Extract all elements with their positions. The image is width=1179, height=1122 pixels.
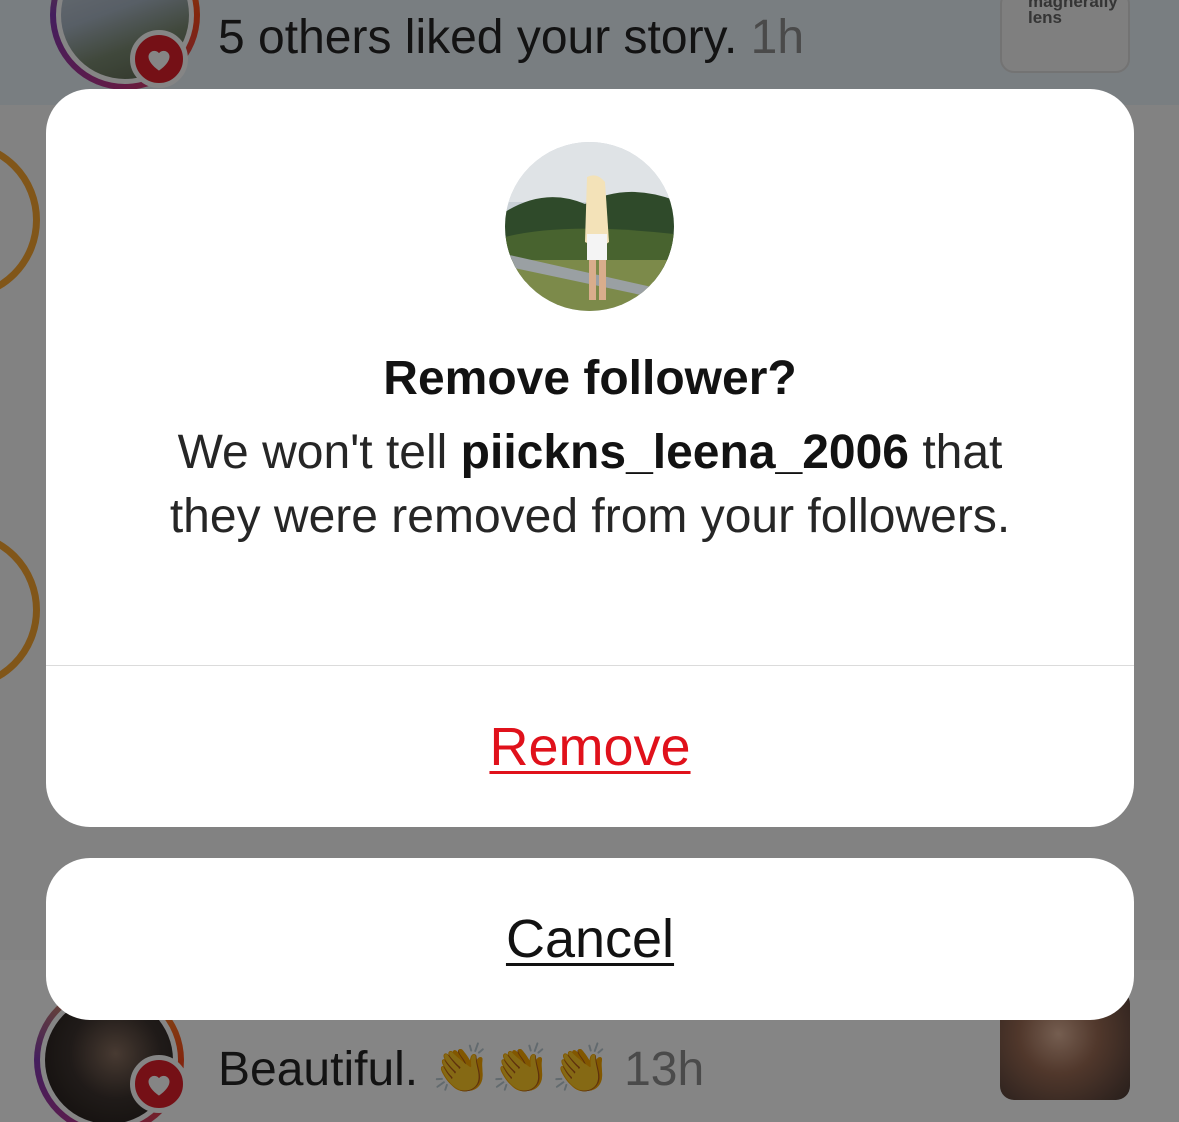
follower-photo	[505, 142, 674, 311]
dialog-message: We won't tell piickns_leena_2006 that th…	[169, 426, 1011, 543]
remove-follower-dialog: Remove follower? We won't tell piickns_l…	[46, 89, 1134, 827]
remove-button[interactable]: Remove	[46, 666, 1134, 827]
dialog-title: Remove follower?	[383, 352, 797, 405]
cancel-sheet: Cancel	[46, 858, 1134, 1020]
cancel-button[interactable]: Cancel	[506, 908, 674, 970]
follower-avatar	[505, 142, 674, 311]
follower-username: piickns_leena_2006	[460, 426, 909, 479]
screen: 5 others liked your story. 1h magherally…	[0, 0, 1179, 1122]
